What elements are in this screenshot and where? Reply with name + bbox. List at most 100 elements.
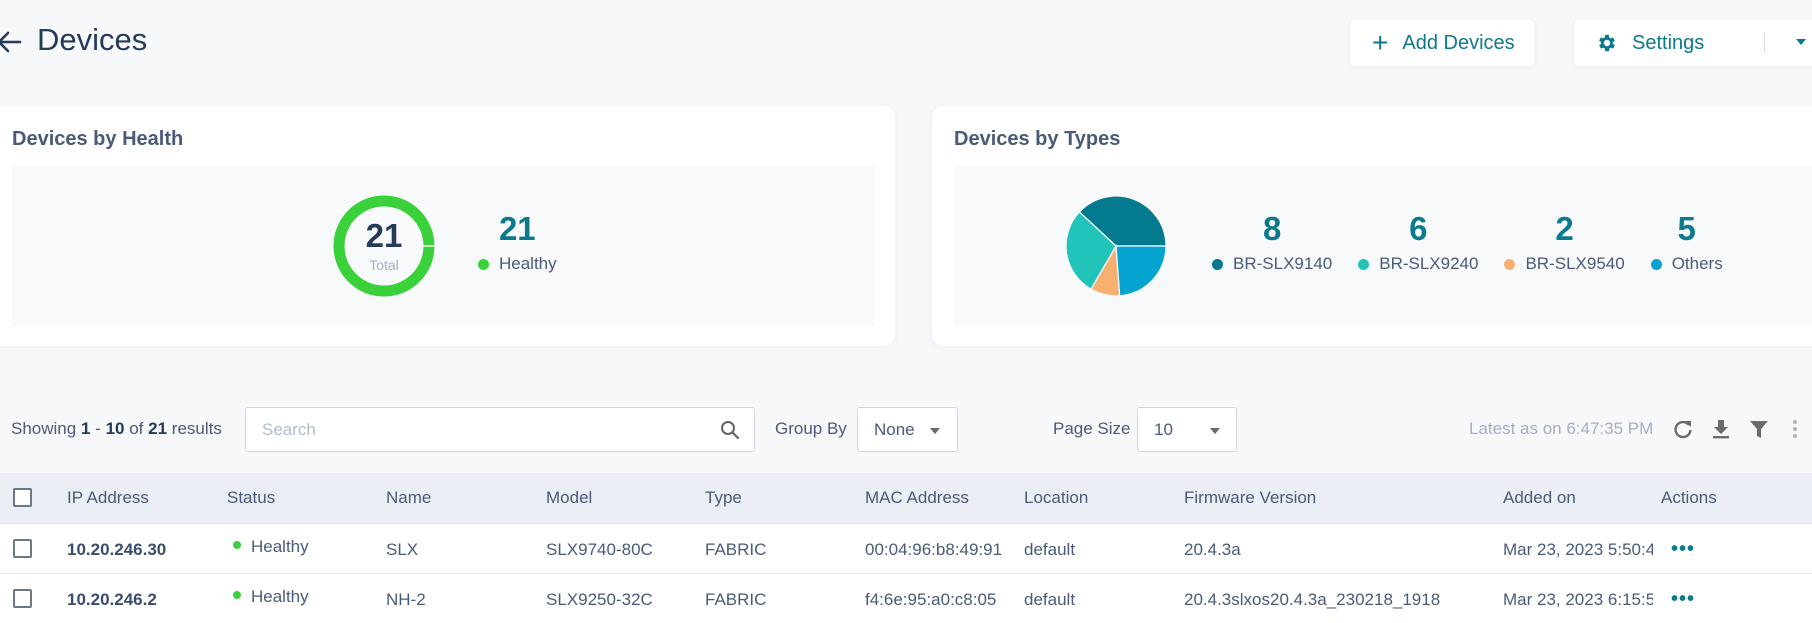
search-box	[245, 407, 755, 452]
add-devices-label: Add Devices	[1402, 31, 1515, 54]
last-updated: Latest as on 6:47:35 PM	[1469, 419, 1654, 438]
column-header-location[interactable]: Location	[1024, 488, 1088, 508]
showing-label: Showing	[11, 419, 77, 438]
pie-slice-others[interactable]	[1115, 245, 1167, 297]
search-icon[interactable]	[720, 420, 740, 440]
chevron-down-icon[interactable]	[1796, 39, 1806, 45]
legend-dot-icon	[1504, 258, 1516, 270]
chevron-down-icon	[1210, 428, 1220, 434]
column-header-added-on[interactable]: Added on	[1503, 488, 1576, 508]
row-checkbox[interactable]	[13, 589, 32, 608]
cell-mac: 00:04:96:b8:49:91	[865, 540, 1003, 559]
column-header-actions: Actions	[1661, 488, 1717, 507]
healthy-status-icon	[233, 541, 241, 549]
column-header-ip[interactable]: IP Address	[67, 488, 149, 508]
cell-firmware: 20.4.3slxos20.4.3a_230218_1918	[1184, 590, 1441, 609]
legend-label: BR-SLX9240	[1379, 254, 1479, 273]
health-chart-area: 21 Total 21 Healthy	[12, 166, 875, 326]
add-devices-button[interactable]: + Add Devices	[1350, 20, 1534, 66]
filter-icon[interactable]	[1748, 418, 1770, 440]
cell-added-on: Mar 23, 2023 6:15:5	[1503, 590, 1653, 609]
types-chart-area: 8 BR-SLX9140 6 BR-SLX9240 2 BR-SLX9540 5…	[954, 166, 1812, 326]
legend-count: 8	[1262, 210, 1282, 247]
devices-by-health-card: Devices by Health 21 Total 21 Healthy	[0, 106, 895, 346]
page-size-value: 10	[1154, 420, 1173, 439]
group-by-label: Group By	[775, 419, 847, 438]
legend-dot-icon	[1358, 258, 1370, 270]
cell-added-on: Mar 23, 2023 5:50:4	[1503, 540, 1653, 559]
refresh-icon[interactable]	[1672, 418, 1694, 440]
cell-mac: f4:6e:95:a0:c8:05	[865, 590, 997, 609]
status-text: Healthy	[251, 537, 309, 556]
row-checkbox[interactable]	[13, 539, 32, 558]
plus-icon: +	[1372, 27, 1389, 58]
settings-button[interactable]: Settings	[1574, 20, 1812, 66]
cell-name: SLX	[386, 540, 419, 559]
table-row[interactable]: 10.20.246.2 Healthy NH-2 SLX9250-32C FAB…	[0, 574, 1812, 623]
healthy-count: 21	[498, 210, 536, 247]
divider	[1764, 32, 1765, 54]
card-title: Devices by Health	[12, 128, 184, 150]
legend-dot-icon	[1212, 258, 1223, 270]
cell-status: Healthy	[233, 537, 309, 557]
cell-firmware: 20.4.3a	[1184, 540, 1241, 559]
legend-item-br-slx9140[interactable]: 8 BR-SLX9140	[1212, 210, 1332, 274]
donut-total-label: Total	[369, 257, 399, 273]
legend-label: Healthy	[499, 254, 557, 273]
page-size-select[interactable]: 10	[1137, 407, 1237, 452]
select-all-checkbox[interactable]	[13, 488, 32, 507]
results-summary: Showing 1 - 10 of 21 results	[11, 419, 222, 439]
cell-location: default	[1024, 540, 1076, 559]
cell-ip[interactable]: 10.20.246.30	[67, 540, 166, 560]
cell-location: default	[1024, 590, 1076, 609]
healthy-status-icon	[233, 591, 241, 599]
legend-count: 2	[1555, 210, 1574, 247]
back-arrow-icon[interactable]	[0, 27, 22, 57]
table-toolbar: Showing 1 - 10 of 21 results Group By No…	[0, 407, 1812, 453]
column-header-name[interactable]: Name	[386, 488, 431, 508]
cell-model: SLX9740-80C	[546, 540, 653, 559]
column-header-type[interactable]: Type	[705, 488, 742, 508]
cell-name: NH-2	[386, 590, 426, 609]
range-start: 1	[80, 419, 91, 438]
column-header-model[interactable]: Model	[546, 488, 592, 508]
group-by-value: None	[874, 420, 915, 439]
chevron-down-icon	[930, 428, 940, 434]
column-header-mac[interactable]: MAC Address	[865, 488, 969, 508]
status-text: Healthy	[251, 587, 309, 606]
page-size-label: Page Size	[1053, 419, 1131, 438]
results-total: 21	[148, 419, 168, 438]
page-title: Devices	[37, 22, 148, 57]
devices-table: IP Address Status Name Model Type MAC Ad…	[0, 473, 1812, 623]
column-header-firmware[interactable]: Firmware Version	[1184, 488, 1316, 508]
row-actions-menu-icon[interactable]: •••	[1671, 588, 1695, 611]
download-icon[interactable]	[1710, 418, 1732, 440]
cell-ip[interactable]: 10.20.246.2	[67, 590, 157, 610]
gear-icon	[1599, 34, 1615, 52]
cell-type: FABRIC	[705, 540, 767, 559]
range-sep: -	[95, 419, 101, 438]
column-header-status[interactable]: Status	[227, 488, 275, 508]
donut-total: 21	[365, 217, 403, 254]
healthy-dot-icon	[478, 258, 489, 270]
legend-item-healthy[interactable]: Healthy	[478, 254, 557, 274]
legend-item-br-slx9540[interactable]: 2 BR-SLX9540	[1504, 210, 1625, 274]
types-legend: 8 BR-SLX9140 6 BR-SLX9240 2 BR-SLX9540 5…	[1212, 210, 1749, 274]
legend-label: BR-SLX9540	[1525, 254, 1625, 273]
cell-type: FABRIC	[705, 590, 767, 609]
legend-label: BR-SLX9140	[1233, 254, 1333, 273]
legend-item-others[interactable]: 5 Others	[1650, 210, 1723, 274]
legend-count: 6	[1409, 210, 1428, 247]
group-by-select[interactable]: None	[857, 407, 958, 452]
settings-label: Settings	[1632, 31, 1705, 54]
row-actions-menu-icon[interactable]: •••	[1671, 538, 1695, 561]
table-row[interactable]: 10.20.246.30 Healthy SLX SLX9740-80C FAB…	[0, 524, 1812, 574]
results-label: results	[171, 419, 222, 438]
legend-item-br-slx9240[interactable]: 6 BR-SLX9240	[1358, 210, 1478, 274]
range-end: 10	[105, 419, 125, 438]
search-input[interactable]	[262, 418, 702, 442]
more-vertical-icon[interactable]	[1790, 418, 1800, 440]
legend-dot-icon	[1650, 258, 1662, 270]
table-header-row: IP Address Status Name Model Type MAC Ad…	[0, 473, 1812, 524]
legend-label: Others	[1671, 254, 1723, 273]
